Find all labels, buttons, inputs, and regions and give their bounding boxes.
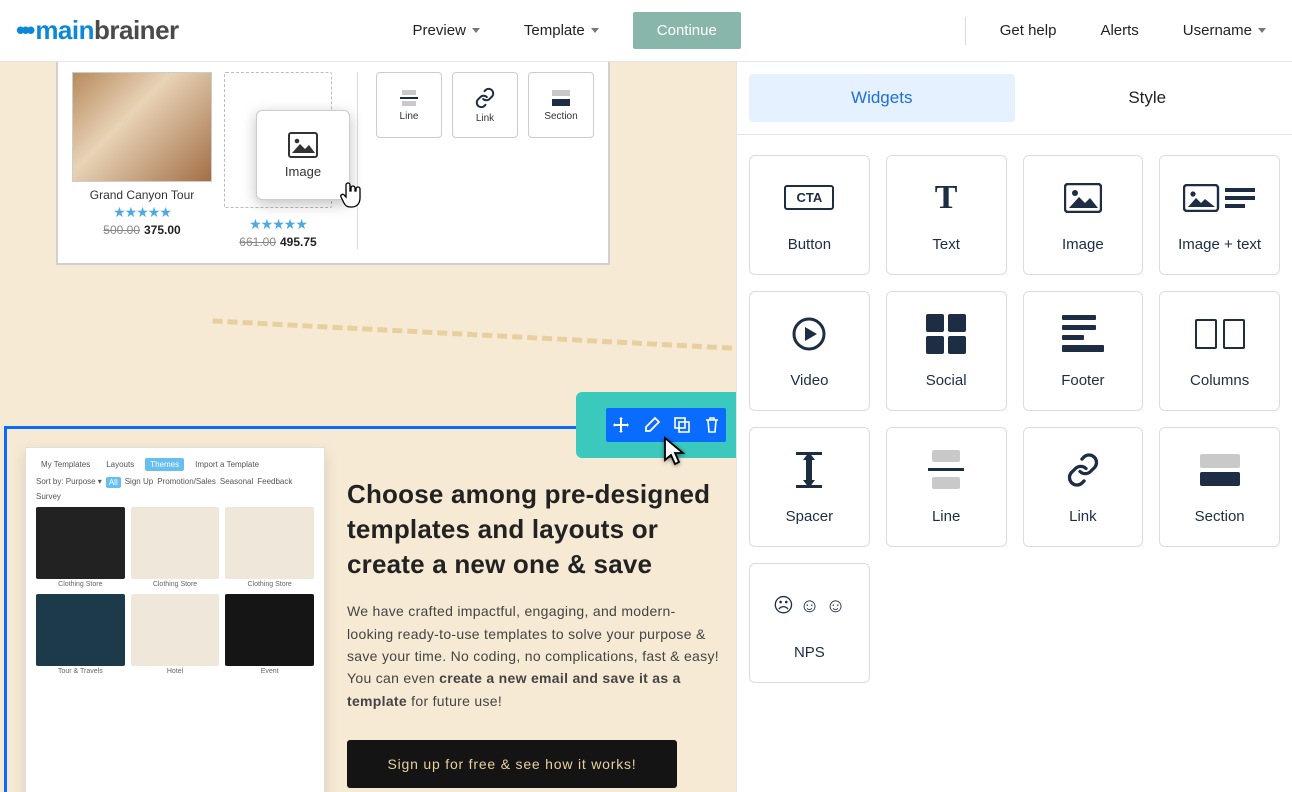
delete-icon[interactable] bbox=[705, 417, 719, 433]
spacer-icon bbox=[792, 450, 826, 490]
duplicate-icon[interactable] bbox=[674, 417, 690, 433]
widget-image-text[interactable]: Image + text bbox=[1159, 155, 1280, 275]
link-icon bbox=[1065, 450, 1101, 490]
username-dropdown[interactable]: Username bbox=[1173, 16, 1276, 45]
drag-ghost-image-widget: Image bbox=[256, 110, 350, 200]
signup-cta-button[interactable]: Sign up for free & see how it works! bbox=[347, 740, 677, 788]
chevron-down-icon bbox=[1258, 28, 1266, 33]
editor-canvas[interactable]: Grand Canyon Tour ★★★★★ 500.00375.00 Ima… bbox=[0, 62, 736, 792]
mini-widget-line[interactable]: Line bbox=[376, 72, 442, 138]
widget-line[interactable]: Line bbox=[886, 427, 1007, 547]
preview-dropdown[interactable]: Preview bbox=[403, 16, 490, 45]
nps-icon: ☹ ☺ ☺ bbox=[773, 586, 846, 626]
cta-icon: CTA bbox=[784, 178, 834, 218]
social-icon bbox=[926, 314, 966, 354]
star-rating: ★★★★★ bbox=[72, 204, 212, 221]
product-image bbox=[72, 72, 212, 182]
text-icon: T bbox=[935, 178, 958, 218]
widget-spacer[interactable]: Spacer bbox=[749, 427, 870, 547]
tab-widgets[interactable]: Widgets bbox=[749, 74, 1015, 122]
section-heading: Choose among pre-designed templates and … bbox=[347, 477, 721, 582]
widget-footer[interactable]: Footer bbox=[1023, 291, 1144, 411]
image-icon bbox=[288, 132, 318, 158]
widget-nps[interactable]: ☹ ☺ ☺ NPS bbox=[749, 563, 870, 683]
widget-columns[interactable]: Columns bbox=[1159, 291, 1280, 411]
brand-logo: •••mainbrainer bbox=[16, 15, 179, 46]
widget-button[interactable]: CTA Button bbox=[749, 155, 870, 275]
move-icon[interactable] bbox=[613, 417, 629, 433]
section-toolbar-highlight bbox=[576, 392, 736, 458]
widget-section[interactable]: Section bbox=[1159, 427, 1280, 547]
video-icon bbox=[791, 314, 827, 354]
drag-ghost-label: Image bbox=[285, 164, 321, 179]
pointer-cursor-icon bbox=[339, 181, 363, 209]
template-dropdown[interactable]: Template bbox=[514, 16, 609, 45]
line-icon bbox=[928, 450, 964, 490]
templates-preview-thumbnail: My Templates Layouts Themes Import a Tem… bbox=[25, 447, 325, 792]
alerts-link[interactable]: Alerts bbox=[1090, 16, 1148, 45]
selected-section[interactable]: My Templates Layouts Themes Import a Tem… bbox=[4, 426, 736, 792]
image-text-icon bbox=[1183, 178, 1257, 218]
chevron-down-icon bbox=[472, 28, 480, 33]
columns-icon bbox=[1195, 314, 1245, 354]
section-body: We have crafted impactful, engaging, and… bbox=[347, 600, 721, 712]
product-card-1: Grand Canyon Tour ★★★★★ 500.00375.00 bbox=[72, 72, 212, 249]
widget-text[interactable]: T Text bbox=[886, 155, 1007, 275]
widget-video[interactable]: Video bbox=[749, 291, 870, 411]
widget-social[interactable]: Social bbox=[886, 291, 1007, 411]
mini-widget-section[interactable]: Section bbox=[528, 72, 594, 138]
tab-style[interactable]: Style bbox=[1015, 74, 1281, 122]
widget-image[interactable]: Image bbox=[1023, 155, 1144, 275]
canvas-panel-1: Grand Canyon Tour ★★★★★ 500.00375.00 Ima… bbox=[56, 62, 610, 265]
product-title: Grand Canyon Tour bbox=[72, 188, 212, 202]
image-icon bbox=[1064, 178, 1102, 218]
right-sidebar: Widgets Style CTA Button T Text Image bbox=[736, 62, 1292, 792]
star-rating: ★★★★★ bbox=[224, 216, 332, 233]
cursor-icon bbox=[662, 436, 688, 468]
link-icon bbox=[474, 87, 496, 109]
mini-widget-link[interactable]: Link bbox=[452, 72, 518, 138]
continue-button[interactable]: Continue bbox=[633, 12, 741, 49]
line-icon bbox=[398, 89, 420, 107]
edit-icon[interactable] bbox=[644, 417, 660, 433]
section-icon bbox=[1200, 450, 1240, 490]
section-icon bbox=[550, 89, 572, 107]
chevron-down-icon bbox=[591, 28, 599, 33]
footer-icon bbox=[1062, 314, 1104, 354]
widget-link[interactable]: Link bbox=[1023, 427, 1144, 547]
app-header: •••mainbrainer Preview Template Continue… bbox=[0, 0, 1292, 62]
get-help-link[interactable]: Get help bbox=[990, 16, 1067, 45]
